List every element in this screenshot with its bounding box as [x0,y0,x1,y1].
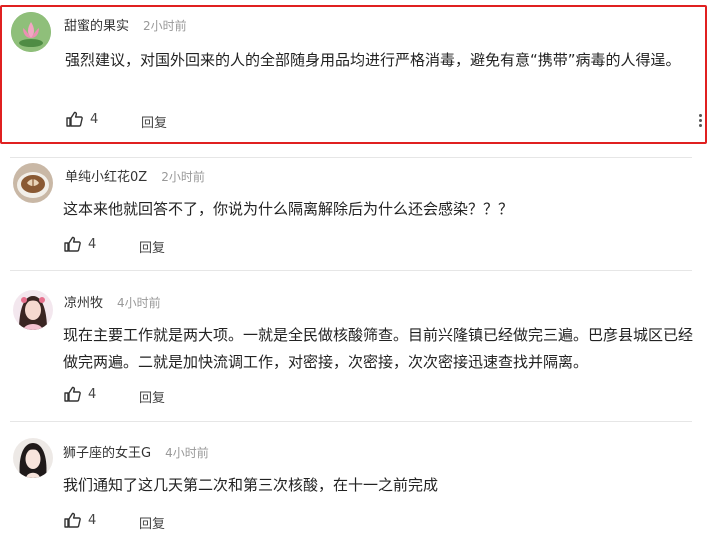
comment-time: 2小时前 [143,19,187,33]
reply-button[interactable]: 回复 [139,513,165,532]
comment-item-highlighted: 甜蜜的果实 2小时前 强烈建议，对国外回来的人的全部随身用品均进行严格消毒，避免有… [0,5,707,144]
thumbs-up-icon [66,111,83,127]
thumbs-up-icon [64,512,81,528]
like-count: 4 [90,111,99,127]
like-button[interactable]: 4 [64,236,96,252]
like-button[interactable]: 4 [64,386,96,402]
lotus-avatar-icon[interactable] [11,12,51,52]
comment-author[interactable]: 凉州牧 4小时前 [64,292,161,311]
reply-button[interactable]: 回复 [139,387,165,406]
thumbs-up-icon [64,386,81,402]
reply-button[interactable]: 回复 [139,237,165,256]
comment-time: 4小时前 [165,446,209,460]
comment-time: 4小时前 [117,296,161,310]
divider [10,157,692,158]
comment-author[interactable]: 狮子座的女王G 4小时前 [63,442,209,461]
like-button[interactable]: 4 [66,111,98,127]
like-button[interactable]: 4 [64,512,96,528]
reply-button[interactable]: 回复 [141,112,167,131]
divider [10,421,692,422]
like-count: 4 [88,512,97,528]
username[interactable]: 单纯小红花0Z [65,170,147,185]
more-options-icon[interactable] [699,114,703,128]
like-count: 4 [88,386,97,402]
comment-time: 2小时前 [161,170,205,184]
username[interactable]: 甜蜜的果实 [64,19,129,34]
username[interactable]: 凉州牧 [64,296,103,311]
woman-avatar-icon[interactable] [13,290,53,330]
comment-author[interactable]: 单纯小红花0Z 2小时前 [65,166,205,185]
comment-text: 这本来他就回答不了，你说为什么隔离解除后为什么还会感染？？？ [63,200,514,218]
comment-item: 狮子座的女王G 4小时前 我们通知了这几天第二次和第三次核酸，在十一之前完成 4 … [0,436,707,543]
girl-avatar-icon[interactable] [13,438,53,478]
comment-author[interactable]: 甜蜜的果实 2小时前 [64,15,187,34]
like-count: 4 [88,236,97,252]
comment-item: 凉州牧 4小时前 现在主要工作就是两大项。一就是全民做核酸筛查。目前兴隆镇已经做完… [0,286,707,421]
divider [10,270,692,271]
username[interactable]: 狮子座的女王G [63,446,151,461]
coffee-avatar-icon[interactable] [13,163,53,203]
comment-item: 单纯小红花0Z 2小时前 这本来他就回答不了，你说为什么隔离解除后为什么还会感染？… [0,160,707,270]
comment-text: 我们通知了这几天第二次和第三次核酸，在十一之前完成 [63,476,439,494]
comment-text: 强烈建议，对国外回来的人的全部随身用品均进行严格消毒，避免有意“携带”病毒的人得… [65,51,681,69]
thumbs-up-icon [64,236,81,252]
comment-text: 现在主要工作就是两大项。一就是全民做核酸筛查。目前兴隆镇已经做完三遍。巴彦县城区… [63,326,694,371]
